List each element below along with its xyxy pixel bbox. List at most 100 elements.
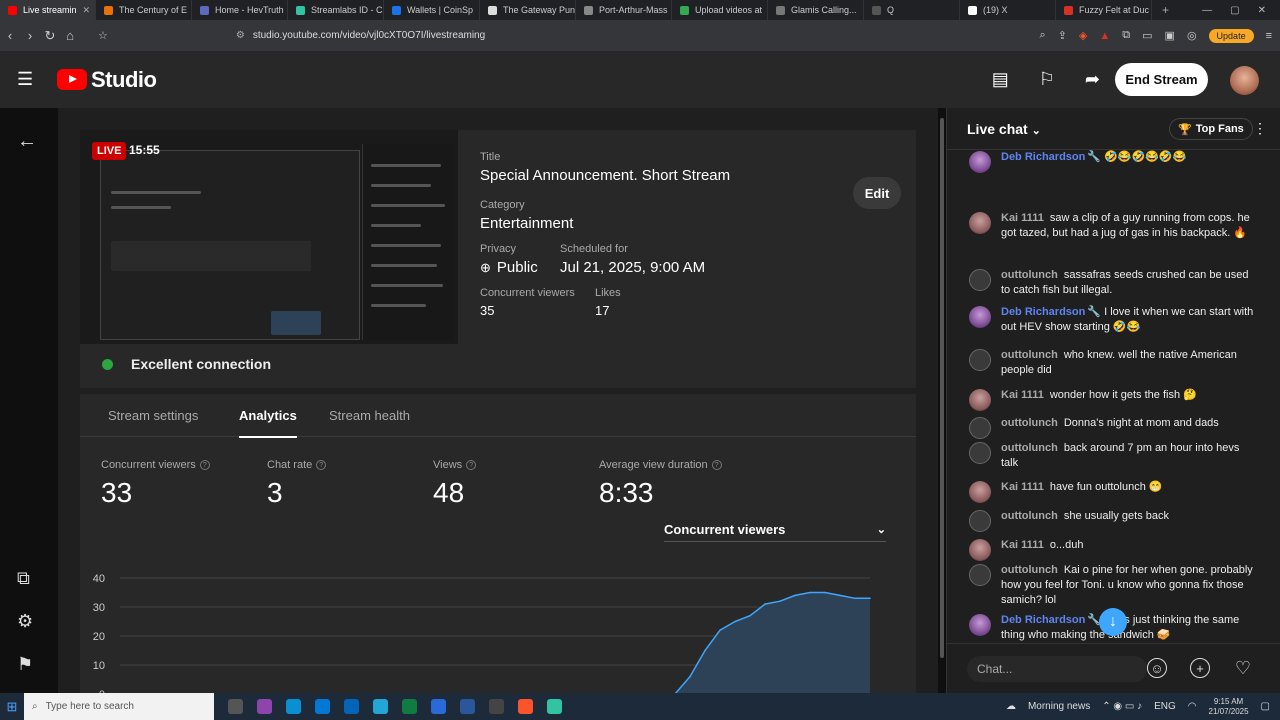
chat-author[interactable]: Deb Richardson: [1001, 614, 1085, 626]
weather-icon[interactable]: ☁: [1006, 701, 1016, 712]
chat-message[interactable]: Kai 1111 o...duh: [969, 538, 1254, 561]
app-icon[interactable]: [373, 699, 388, 714]
home-icon[interactable]: ⌂: [60, 28, 80, 43]
chat-message[interactable]: outtolunch who knew. well the native Amer…: [969, 348, 1254, 378]
avatar[interactable]: [969, 614, 991, 636]
avatar[interactable]: [969, 481, 991, 503]
avatar[interactable]: [969, 269, 991, 291]
chat-message[interactable]: Deb Richardson 🔧 I love it when we can st…: [969, 305, 1254, 335]
help-icon[interactable]: ?: [316, 460, 327, 470]
chat-message[interactable]: Deb Richardson 🔧 🤣😂🤣😂🤣😂: [969, 150, 1254, 173]
clapperboard-icon[interactable]: ▤: [992, 69, 1009, 90]
close-window-icon[interactable]: ✕: [1258, 5, 1266, 16]
menu-icon[interactable]: ☰: [17, 69, 35, 90]
chat-message[interactable]: Kai 1111 saw a clip of a guy running from…: [969, 211, 1254, 241]
close-tab-icon[interactable]: ✕: [83, 5, 91, 16]
streamlabs-icon[interactable]: [547, 699, 562, 714]
new-tab-icon[interactable]: +: [1152, 3, 1179, 17]
heart-icon[interactable]: ♡: [1233, 658, 1253, 678]
studio-logo[interactable]: Studio: [57, 67, 157, 93]
taskbar-search[interactable]: ⌕ Type here to search: [24, 693, 214, 720]
tray-icons[interactable]: ⌃ ◉ ▭ ♪: [1102, 701, 1142, 712]
back-icon[interactable]: ‹: [0, 28, 20, 43]
maximize-icon[interactable]: ▢: [1230, 5, 1239, 16]
language-indicator[interactable]: ENG: [1154, 701, 1176, 712]
bookmark-icon[interactable]: ⚐: [1039, 69, 1055, 90]
outlook-icon[interactable]: [344, 699, 359, 714]
settings-icon[interactable]: ⚙: [17, 611, 33, 632]
chat-author[interactable]: outtolunch: [1001, 349, 1058, 361]
forward-icon[interactable]: ›: [20, 28, 40, 43]
word-icon[interactable]: [460, 699, 475, 714]
chat-author[interactable]: outtolunch: [1001, 442, 1058, 454]
chat-mode-dropdown[interactable]: Live chat ⌄: [967, 121, 1041, 137]
chat-author[interactable]: outtolunch: [1001, 417, 1058, 429]
metric-dropdown[interactable]: Concurrent viewers ⌄: [664, 518, 886, 542]
browser-tab[interactable]: Port-Arthur-Mass: [576, 0, 672, 20]
chat-message[interactable]: outtolunch back around 7 pm an hour into …: [969, 441, 1254, 471]
help-icon[interactable]: ?: [711, 460, 722, 470]
avatar[interactable]: [969, 151, 991, 173]
help-icon[interactable]: ?: [199, 460, 210, 470]
brave-icon[interactable]: [518, 699, 533, 714]
wifi-icon[interactable]: ◠: [1188, 701, 1197, 712]
share-icon[interactable]: ⇪: [1058, 29, 1067, 42]
edge-icon[interactable]: [286, 699, 301, 714]
browser-tab[interactable]: Fuzzy Felt at Duc: [1056, 0, 1152, 20]
wallet-icon[interactable]: ▣: [1165, 29, 1175, 42]
chat-author[interactable]: outtolunch: [1001, 564, 1058, 576]
minimize-icon[interactable]: —: [1202, 5, 1212, 16]
store-icon[interactable]: [315, 699, 330, 714]
browser-tab[interactable]: Streamlabs ID - C: [288, 0, 384, 20]
chat-input[interactable]: Chat...: [967, 656, 1147, 682]
main-scrollbar[interactable]: [938, 108, 946, 693]
url-field[interactable]: ☆ ⚙ studio.youtube.com/video/vjl0cXT0O7I…: [98, 25, 880, 47]
browser-tab[interactable]: (19) X: [960, 0, 1056, 20]
chat-messages[interactable]: Deb Richardson 🔧 🤣😂🤣😂🤣😂 Kai 1111 saw a clip…: [947, 150, 1280, 643]
scroll-to-latest-button[interactable]: ↓: [1099, 608, 1127, 636]
avatar[interactable]: [969, 389, 991, 411]
brave-shield-icon[interactable]: ◈: [1079, 29, 1087, 42]
tab-stream-health[interactable]: Stream health: [329, 408, 410, 423]
excel-icon[interactable]: [402, 699, 417, 714]
edit-button[interactable]: Edit: [853, 177, 901, 209]
stream-preview[interactable]: LIVE 15:55: [80, 130, 458, 344]
browser-tab[interactable]: Live streamin ✕: [0, 0, 96, 20]
chat-author[interactable]: Kai 1111: [1001, 539, 1044, 551]
open-external-icon[interactable]: ⧉: [17, 568, 30, 589]
browser-tab[interactable]: Upload videos at: [672, 0, 768, 20]
tab-stream-settings[interactable]: Stream settings: [108, 408, 198, 423]
avatar[interactable]: [969, 510, 991, 532]
site-info-icon[interactable]: ⚙: [236, 30, 245, 41]
avatar[interactable]: [969, 442, 991, 464]
avatar[interactable]: [969, 564, 991, 586]
help-icon[interactable]: ?: [466, 460, 477, 470]
chat-author[interactable]: Deb Richardson: [1001, 306, 1085, 318]
browser-tab[interactable]: Q: [864, 0, 960, 20]
back-arrow-icon[interactable]: ←: [17, 130, 37, 153]
rewards-icon[interactable]: ▲: [1099, 30, 1110, 42]
top-fans-button[interactable]: 🏆 Top Fans: [1169, 118, 1253, 140]
bookmark-icon[interactable]: ☆: [98, 29, 108, 42]
chat-message[interactable]: outtolunch she usually gets back: [969, 509, 1254, 532]
weather-text[interactable]: Morning news: [1028, 701, 1090, 712]
zoom-icon[interactable]: ⌕: [1040, 29, 1046, 42]
task-view-icon[interactable]: [228, 699, 243, 714]
browser-tab[interactable]: Home - HevTruth: [192, 0, 288, 20]
chat-message[interactable]: Kai 1111 wonder how it gets the fish 🤔: [969, 388, 1254, 411]
chat-author[interactable]: Kai 1111: [1001, 389, 1044, 401]
chat-message[interactable]: outtolunch Kai o pine for her when gone. …: [969, 563, 1254, 608]
chat-message[interactable]: outtolunch sassafras seeds crushed can be…: [969, 268, 1254, 298]
app-icon[interactable]: [431, 699, 446, 714]
chat-author[interactable]: outtolunch: [1001, 269, 1058, 281]
reload-icon[interactable]: ↻: [40, 28, 60, 44]
chat-author[interactable]: Kai 1111: [1001, 212, 1044, 224]
chat-author[interactable]: Kai 1111: [1001, 481, 1044, 493]
obs-icon[interactable]: [489, 699, 504, 714]
clock[interactable]: 9:15 AM 21/07/2025: [1209, 697, 1249, 717]
feedback-icon[interactable]: ⚑: [17, 654, 33, 675]
avatar[interactable]: [969, 212, 991, 234]
notifications-icon[interactable]: ▢: [1261, 701, 1270, 712]
avatar[interactable]: [969, 306, 991, 328]
browser-tab[interactable]: The Gateway Pun: [480, 0, 576, 20]
